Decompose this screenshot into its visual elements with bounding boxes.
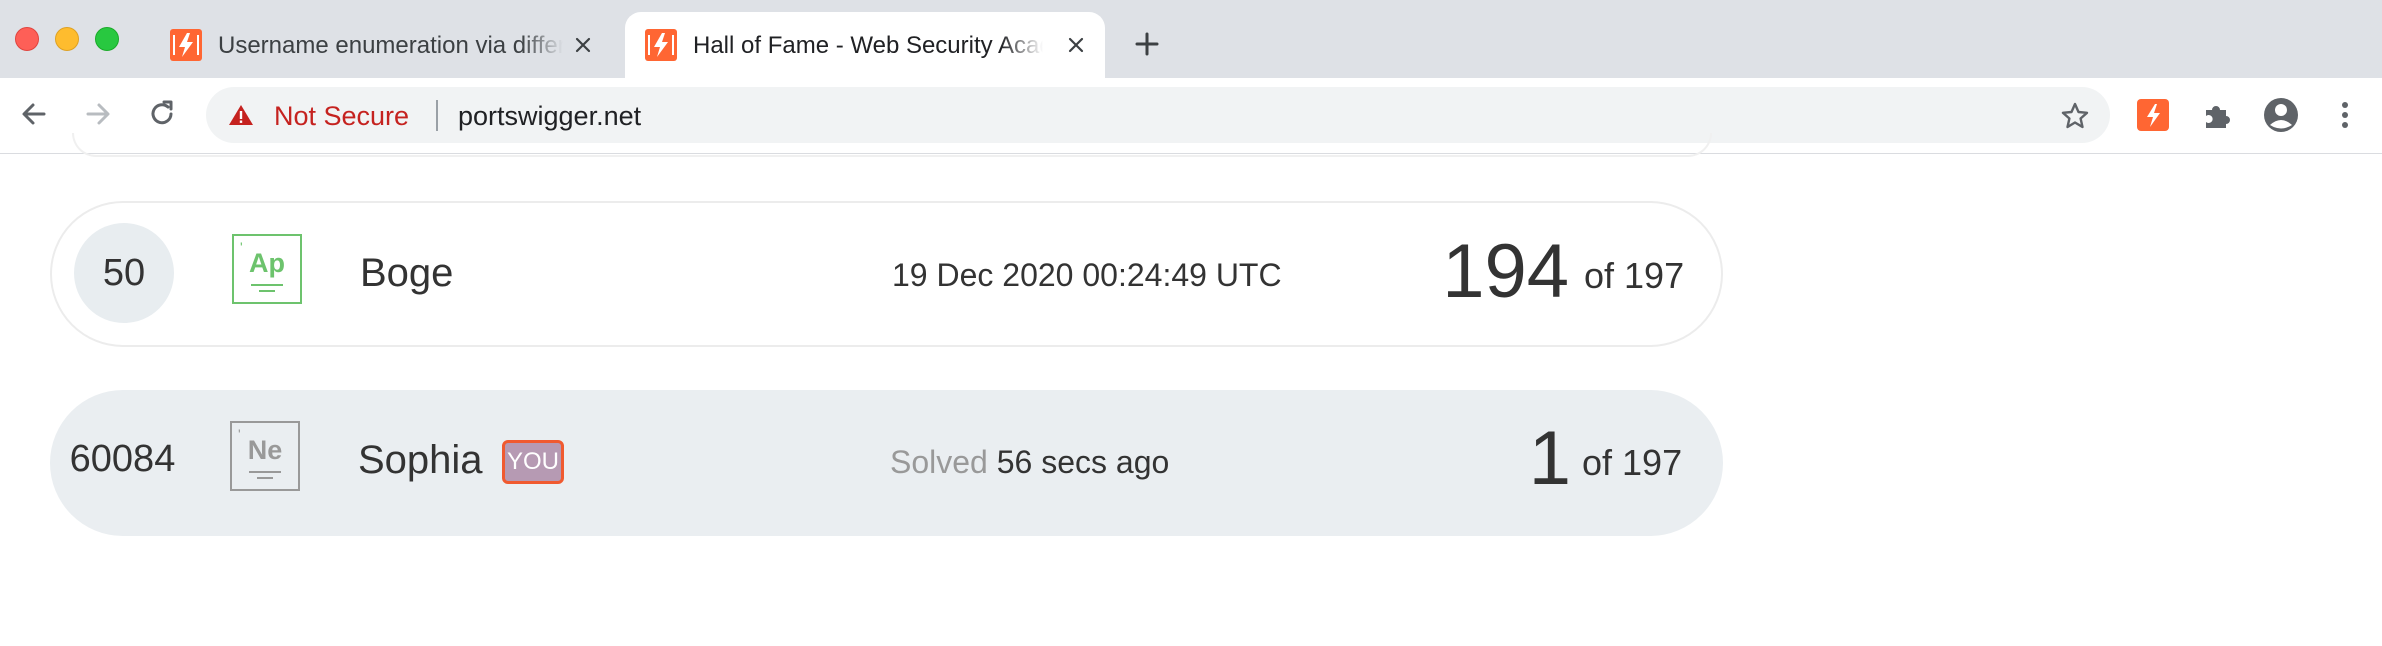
divider (436, 100, 438, 131)
portswigger-extension-icon[interactable] (2134, 96, 2172, 134)
level-badge-icon: ' Ne (230, 421, 300, 491)
you-badge: YOU (502, 440, 564, 484)
reload-icon[interactable] (144, 96, 180, 132)
badge-symbol: Ne (247, 435, 283, 465)
close-icon[interactable] (572, 34, 594, 56)
leaderboard-row: 50 ' Ap Boge 19 Dec 2020 00:24:49 UTC 19… (50, 201, 1723, 347)
bookmark-star-icon[interactable] (2060, 101, 2090, 131)
forward-arrow-icon[interactable] (80, 96, 116, 132)
tab-username-enumeration[interactable]: Username enumeration via different respo… (150, 12, 612, 78)
tab-strip: Username enumeration via different respo… (0, 0, 2382, 78)
hall-of-fame-page: 50 ' Ap Boge 19 Dec 2020 00:24:49 UTC 19… (0, 133, 2382, 646)
user-name: Sophia (358, 438, 483, 482)
tab-title: Hall of Fame - Web Security Academy (693, 32, 1043, 59)
rank-value: 60084 (69, 438, 176, 480)
warning-triangle-icon[interactable] (228, 103, 254, 127)
badge-symbol: Ap (249, 248, 285, 278)
profile-avatar-icon[interactable] (2262, 96, 2300, 134)
back-arrow-icon[interactable] (16, 96, 52, 132)
menu-kebab-icon[interactable] (2326, 96, 2364, 134)
score-value: 1 (1528, 416, 1571, 501)
window-zoom-button[interactable] (95, 27, 119, 51)
new-tab-plus-icon[interactable] (1131, 28, 1163, 60)
previous-row-edge (72, 133, 1712, 157)
portswigger-favicon-icon (645, 29, 677, 61)
rank-badge: 50 (74, 223, 174, 323)
tab-title: Username enumeration via different respo… (218, 32, 563, 59)
solved-relative-time: 56 secs ago (996, 444, 1170, 480)
score-value: 194 (1442, 229, 1569, 314)
close-icon[interactable] (1065, 34, 1087, 56)
extensions-puzzle-icon[interactable] (2198, 96, 2236, 134)
url-text[interactable]: portswigger.net (458, 101, 641, 132)
score-total: of 197 (1584, 255, 1685, 296)
window-close-button[interactable] (15, 27, 39, 51)
portswigger-favicon-icon (170, 29, 202, 61)
window-minimize-button[interactable] (55, 27, 79, 51)
not-secure-label[interactable]: Not Secure (274, 101, 409, 132)
solved-date: 19 Dec 2020 00:24:49 UTC (892, 257, 1282, 293)
user-name: Boge (360, 251, 454, 295)
tab-hall-of-fame[interactable]: Hall of Fame - Web Security Academy (625, 12, 1105, 78)
level-badge-icon: ' Ap (232, 234, 302, 304)
solved-prefix: Solved (890, 444, 988, 480)
score-total: of 197 (1582, 442, 1683, 483)
leaderboard-row-current-user: 60084 ' Ne Sophia YOU Solved 56 secs ago… (50, 390, 1723, 536)
solved-time: Solved 56 secs ago (890, 444, 1169, 481)
